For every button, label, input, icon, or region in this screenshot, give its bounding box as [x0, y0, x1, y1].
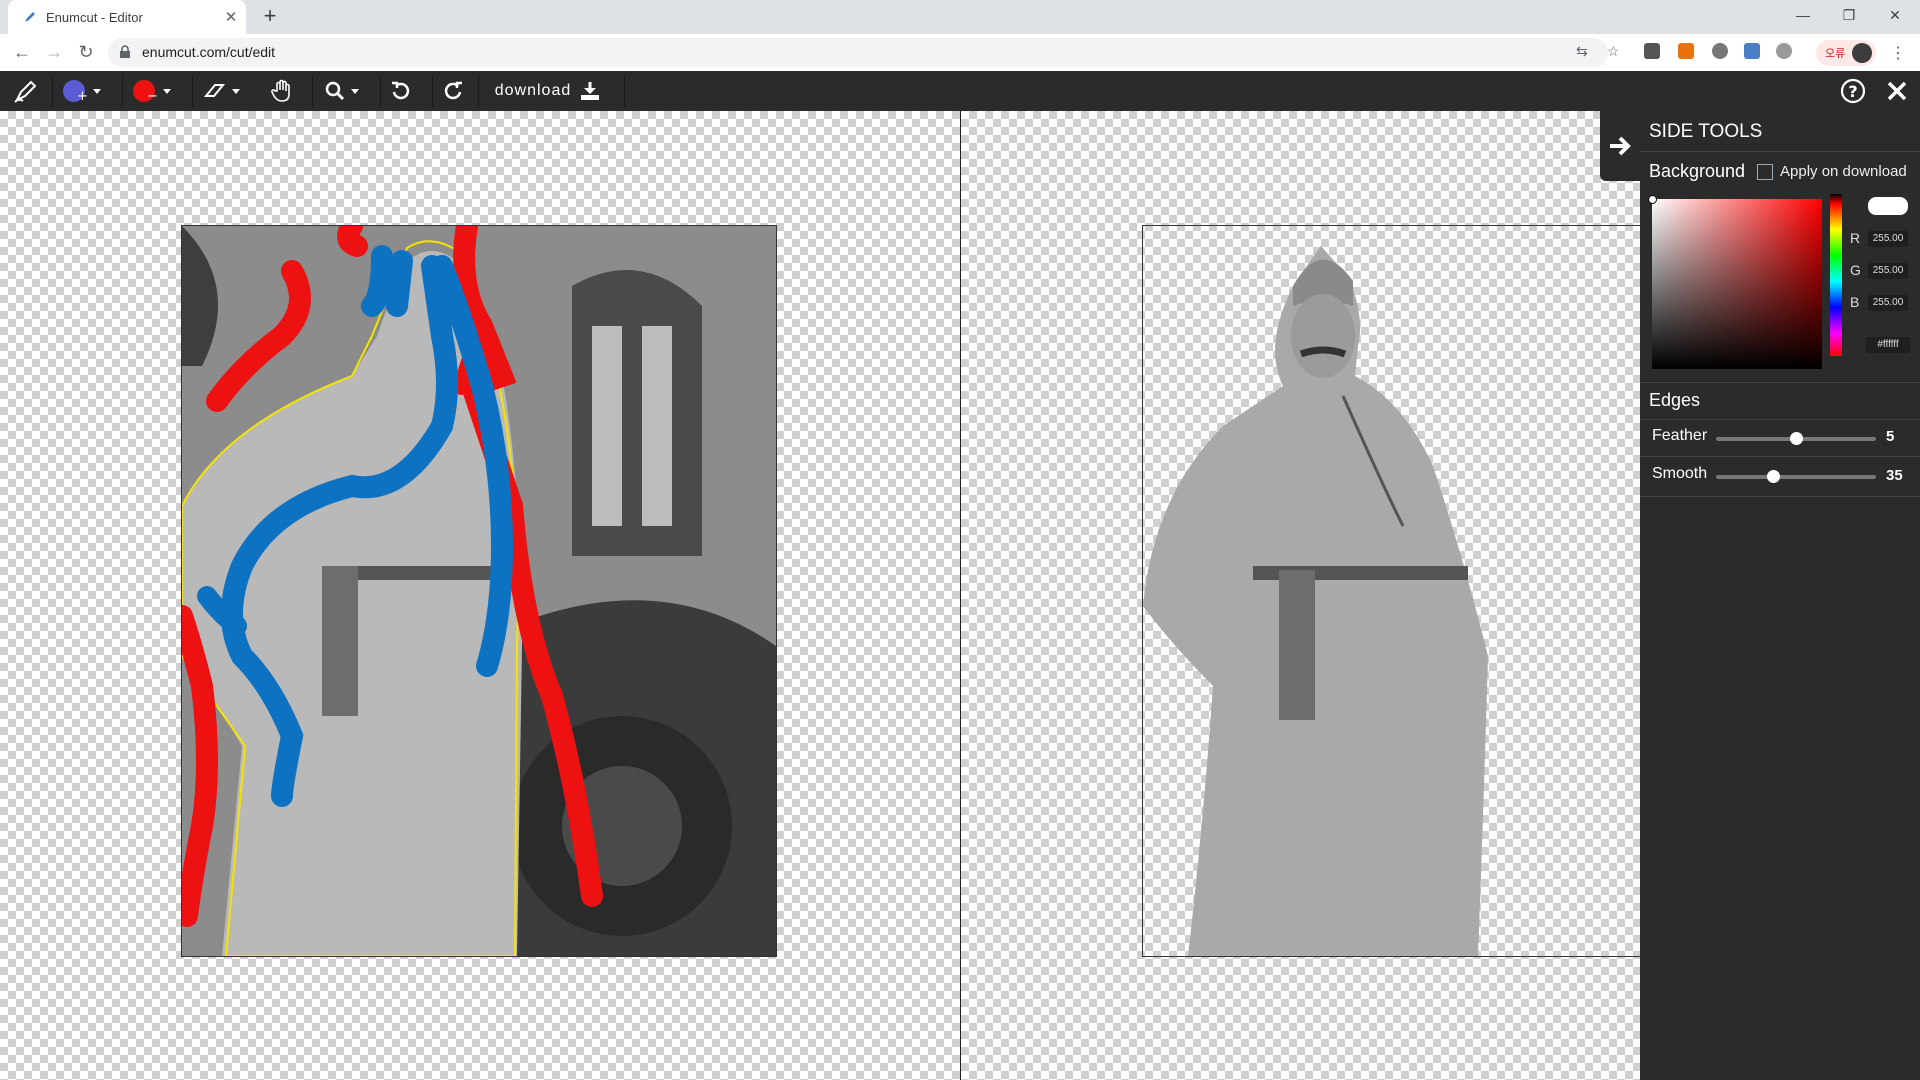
- browser-tab-bar: Enumcut - Editor ✕ + — ❐ ✕: [0, 0, 1920, 34]
- extension-4-icon[interactable]: [1744, 43, 1760, 59]
- eraser-icon: [203, 84, 225, 97]
- cutout-figure-drawing: [1143, 246, 1488, 956]
- tab-title: Enumcut - Editor: [46, 9, 143, 25]
- extension-2-icon[interactable]: [1678, 43, 1694, 59]
- saturation-value-picker[interactable]: [1652, 199, 1822, 369]
- toolbar-separator: [478, 75, 479, 107]
- panel-divider: [1640, 456, 1920, 457]
- forward-arrow-icon[interactable]: →: [42, 40, 66, 64]
- feather-slider-thumb[interactable]: [1789, 432, 1803, 445]
- address-bar-row: ← → ↻ enumcut.com/cut/edit ⇆ ☆ 오류 ⋮: [0, 34, 1920, 72]
- window-close-button[interactable]: ✕: [1872, 0, 1918, 30]
- back-arrow-icon[interactable]: ←: [10, 40, 34, 64]
- green-label: G: [1850, 262, 1861, 278]
- bookmark-star-icon[interactable]: ☆: [1607, 43, 1620, 60]
- smooth-slider-thumb[interactable]: [1767, 470, 1781, 483]
- foreground-brush-dropdown[interactable]: +: [58, 71, 104, 111]
- magnifier-icon: [325, 81, 344, 101]
- color-picker-cursor[interactable]: [1648, 195, 1657, 204]
- help-icon[interactable]: ?: [1838, 71, 1868, 111]
- color-swatch: [1868, 197, 1908, 215]
- undo-icon[interactable]: [386, 71, 416, 111]
- feather-slider[interactable]: [1716, 432, 1876, 445]
- reload-icon[interactable]: ↻: [74, 40, 98, 64]
- new-tab-button[interactable]: +: [258, 5, 282, 29]
- restore-button[interactable]: ❐: [1826, 0, 1872, 30]
- download-button[interactable]: download: [486, 71, 610, 111]
- svg-text:?: ?: [1848, 82, 1857, 101]
- extension-3-icon[interactable]: [1712, 43, 1728, 59]
- red-label: R: [1850, 230, 1861, 246]
- panel-divider: [1640, 151, 1920, 152]
- feather-label: Feather: [1652, 427, 1708, 444]
- source-photo: [181, 225, 777, 957]
- side-tools-panel: SIDE TOOLS Background Apply on download …: [1640, 111, 1920, 1080]
- side-panel-toggle[interactable]: [1600, 111, 1640, 181]
- extension-5-icon[interactable]: [1776, 43, 1792, 59]
- blue-value-input[interactable]: 255.00: [1868, 295, 1908, 311]
- tab-close-icon[interactable]: ✕: [220, 8, 242, 26]
- hex-value-input[interactable]: #ffffff: [1866, 337, 1910, 353]
- panel-divider: [1640, 419, 1920, 420]
- panel-divider: [1640, 496, 1920, 497]
- editor-toolbar: + − download ?: [0, 71, 1920, 111]
- toolbar-separator: [52, 75, 53, 107]
- preview-canvas: [961, 111, 1642, 1080]
- green-value-input[interactable]: 255.00: [1868, 263, 1908, 279]
- feather-value: 5: [1886, 428, 1895, 445]
- edges-label: Edges: [1649, 390, 1701, 410]
- url-text: enumcut.com/cut/edit: [142, 44, 276, 60]
- toolbar-separator: [624, 75, 625, 107]
- pen-tool-icon[interactable]: [6, 71, 46, 111]
- redo-icon[interactable]: [438, 71, 468, 111]
- toolbar-separator: [432, 75, 433, 107]
- omnibox[interactable]: enumcut.com/cut/edit: [108, 38, 1608, 67]
- cutout-preview: [1142, 225, 1642, 957]
- download-label: download: [494, 82, 572, 99]
- hue-slider[interactable]: [1830, 194, 1842, 356]
- avatar: [1852, 43, 1872, 63]
- apply-on-download-checkbox[interactable]: [1757, 164, 1773, 180]
- arrow-right-icon: [1610, 136, 1631, 156]
- background-brush-dropdown[interactable]: −: [128, 71, 174, 111]
- smooth-slider[interactable]: [1716, 470, 1876, 483]
- close-editor-icon[interactable]: [1882, 71, 1912, 111]
- toolbar-separator: [192, 75, 193, 107]
- zoom-dropdown[interactable]: [318, 71, 364, 111]
- svg-text:−: −: [147, 89, 158, 104]
- svg-text:+: +: [77, 89, 88, 104]
- red-value-input[interactable]: 255.00: [1868, 231, 1908, 247]
- hand-pan-icon[interactable]: [268, 71, 296, 111]
- blue-label: B: [1850, 294, 1860, 310]
- apply-on-download-label[interactable]: Apply on download: [1780, 163, 1907, 180]
- background-label: Background: [1649, 161, 1746, 181]
- lock-icon: [120, 45, 130, 58]
- profile-label: 오류: [1825, 48, 1846, 60]
- browser-menu-icon[interactable]: ⋮: [1890, 43, 1906, 63]
- smooth-value: 35: [1886, 467, 1903, 484]
- source-photo-drawing: [182, 226, 776, 956]
- eraser-dropdown[interactable]: [198, 71, 244, 111]
- download-icon: [581, 82, 600, 100]
- toolbar-separator: [122, 75, 123, 107]
- translate-icon[interactable]: ⇆: [1576, 43, 1588, 60]
- toolbar-separator: [380, 75, 381, 107]
- smooth-label: Smooth: [1652, 465, 1708, 482]
- side-tools-title: SIDE TOOLS: [1649, 121, 1763, 142]
- panel-divider: [1640, 382, 1920, 383]
- profile-button[interactable]: 오류: [1816, 40, 1876, 66]
- minimize-button[interactable]: —: [1780, 0, 1826, 30]
- toolbar-separator: [312, 75, 313, 107]
- browser-tab[interactable]: Enumcut - Editor ✕: [8, 0, 246, 34]
- edit-canvas[interactable]: [0, 111, 960, 1080]
- pen-favicon-icon: [22, 9, 38, 25]
- extension-1-icon[interactable]: [1644, 43, 1660, 59]
